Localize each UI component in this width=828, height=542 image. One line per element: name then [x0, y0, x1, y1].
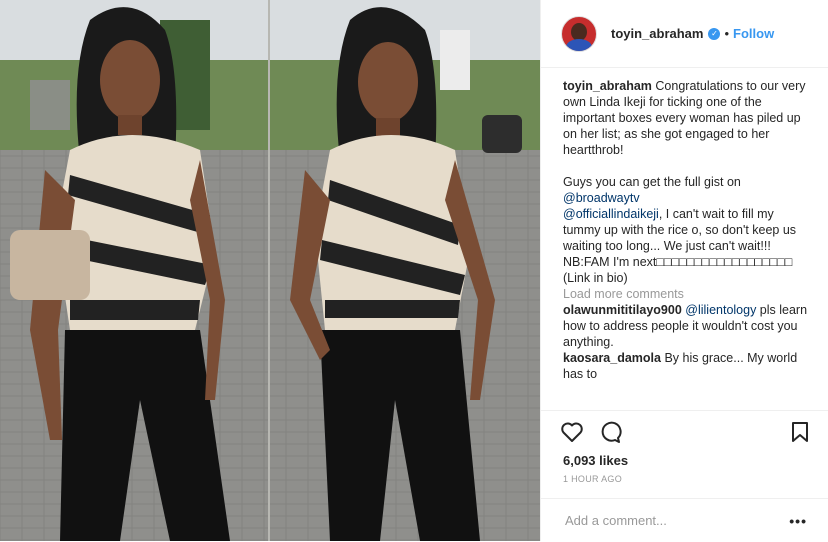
load-more-comments-button[interactable]: Load more comments — [563, 286, 813, 302]
comments-section: toyin_abraham Congratulations to our ver… — [563, 78, 813, 410]
likes-count[interactable]: 6,093 likes — [541, 453, 828, 468]
post-photo[interactable] — [0, 0, 540, 541]
caption: toyin_abraham Congratulations to our ver… — [563, 78, 813, 158]
post-header: toyin_abraham ✓ • Follow — [541, 0, 828, 68]
verified-badge-icon: ✓ — [708, 27, 721, 40]
caption-text-4: (Link in bio) — [563, 271, 628, 285]
avatar-body — [566, 38, 592, 51]
action-icons-row — [541, 411, 828, 453]
caption-mention-broadwaytv[interactable]: @broadwaytv — [563, 191, 640, 205]
caption-username[interactable]: toyin_abraham — [563, 79, 652, 93]
timestamp: 1 HOUR AGO — [563, 474, 623, 484]
caption-text-2: Guys you can get the full gist on — [563, 175, 741, 189]
comment-mention[interactable]: @lilientology — [685, 303, 756, 317]
more-options-button[interactable]: ••• — [789, 513, 807, 529]
comment-username[interactable]: olawunmititilayo900 — [563, 303, 682, 317]
add-comment-input[interactable] — [563, 512, 790, 529]
post-actions: 6,093 likes 1 HOUR AGO ••• — [541, 410, 828, 541]
follow-button[interactable]: Follow — [733, 26, 774, 41]
photo-illustration — [0, 0, 540, 541]
comment-item: kaosara_damola By his grace... My world … — [563, 350, 813, 382]
comment-username[interactable]: kaosara_damola — [563, 351, 661, 365]
avatar-face — [571, 22, 587, 41]
header-separator: • — [724, 26, 730, 41]
heart-icon[interactable] — [559, 419, 585, 445]
comment-icon[interactable] — [597, 419, 623, 445]
bookmark-icon[interactable] — [787, 419, 813, 445]
comment-item: olawunmititilayo900 @lilientology pls le… — [563, 302, 813, 350]
avatar[interactable] — [561, 15, 597, 52]
post-side-panel: toyin_abraham ✓ • Follow toyin_abraham C… — [540, 0, 828, 541]
caption-paragraph-2: Guys you can get the full gist on @broad… — [563, 174, 813, 286]
header-username[interactable]: toyin_abraham — [611, 26, 703, 41]
caption-mention-officiallindaikeji[interactable]: @officiallindaikeji — [563, 207, 659, 221]
add-comment-bar: ••• — [541, 498, 828, 542]
